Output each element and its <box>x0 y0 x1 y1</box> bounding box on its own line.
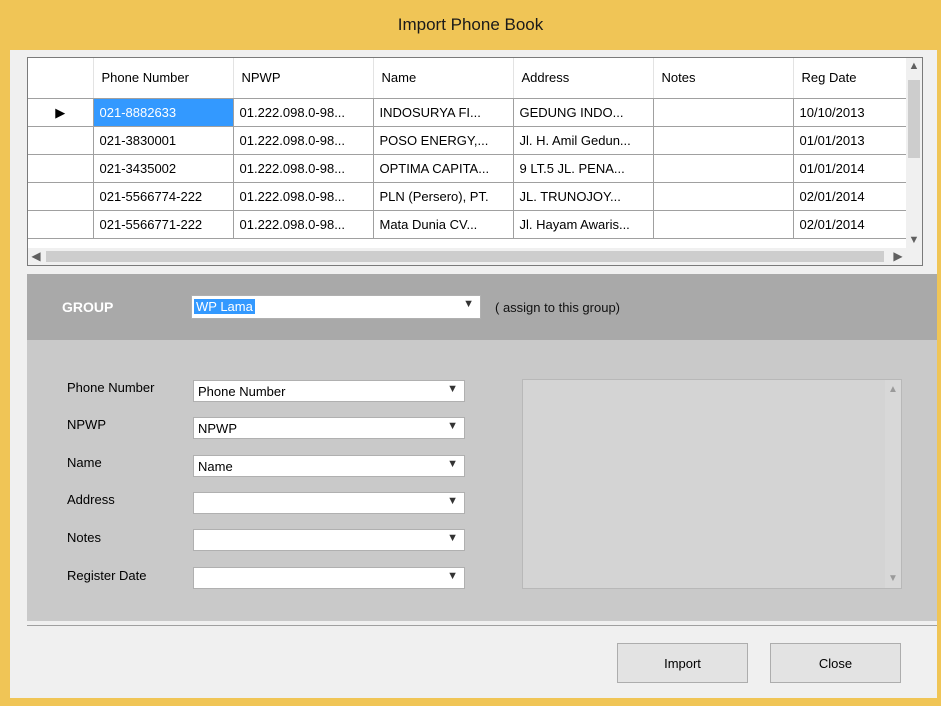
scroll-left-icon[interactable]: ◀ <box>28 248 44 265</box>
phone-book-grid[interactable]: Phone Number NPWP Name Address Notes Reg… <box>27 57 923 266</box>
cell-name[interactable]: Mata Dunia CV... <box>373 210 514 239</box>
cell-notes[interactable] <box>653 154 794 183</box>
column-header-phone[interactable]: Phone Number <box>93 58 234 99</box>
cell-name[interactable]: POSO ENERGY,... <box>373 126 514 155</box>
grid-header-row: Phone Number NPWP Name Address Notes Reg… <box>28 58 906 99</box>
vertical-scroll-thumb[interactable] <box>908 80 920 158</box>
chevron-down-icon[interactable]: ▼ <box>447 495 458 507</box>
scroll-up-icon[interactable]: ▲ <box>906 58 922 74</box>
row-header <box>28 182 94 211</box>
scroll-up-icon[interactable]: ▲ <box>885 384 901 395</box>
cell-npwp[interactable]: 01.222.098.0-98... <box>233 182 374 211</box>
table-row[interactable]: 021-5566771-222 01.222.098.0-98... Mata … <box>28 210 906 239</box>
npwp-select-value: NPWP <box>198 421 237 436</box>
table-row[interactable]: 021-3830001 01.222.098.0-98... POSO ENER… <box>28 126 906 155</box>
column-header-notes[interactable]: Notes <box>653 58 794 99</box>
chevron-down-icon[interactable]: ▼ <box>447 420 458 432</box>
scrollbar-corner <box>906 248 922 265</box>
cell-reg-date[interactable]: 10/10/2013 <box>793 98 906 127</box>
table-row[interactable]: 021-5566774-222 01.222.098.0-98... PLN (… <box>28 182 906 211</box>
name-select-value: Name <box>198 459 233 474</box>
import-button[interactable]: Import <box>617 643 748 683</box>
cell-address[interactable]: Jl. H. Amil Gedun... <box>513 126 654 155</box>
name-select[interactable]: Name ▼ <box>193 455 465 477</box>
row-header-corner <box>28 58 94 99</box>
notes-select[interactable]: ▼ <box>193 529 465 551</box>
address-select[interactable]: ▼ <box>193 492 465 514</box>
chevron-down-icon[interactable]: ▼ <box>447 570 458 582</box>
cell-phone[interactable]: 021-3830001 <box>93 126 234 155</box>
chevron-down-icon[interactable]: ▼ <box>447 383 458 395</box>
row-header <box>28 210 94 239</box>
cell-address[interactable]: Jl. Hayam Awaris... <box>513 210 654 239</box>
field-mapping-panel: Phone Number Phone Number ▼ NPWP NPWP ▼ … <box>27 340 937 621</box>
cell-phone[interactable]: 021-8882633 <box>93 98 234 127</box>
phone-number-select[interactable]: Phone Number ▼ <box>193 380 465 402</box>
cell-phone[interactable]: 021-5566774-222 <box>93 182 234 211</box>
column-header-reg-date[interactable]: Reg Date <box>793 58 906 99</box>
close-button[interactable]: Close <box>770 643 901 683</box>
cell-npwp[interactable]: 01.222.098.0-98... <box>233 98 374 127</box>
preview-textarea[interactable]: ▲ ▼ <box>522 379 902 589</box>
cell-notes[interactable] <box>653 126 794 155</box>
cell-phone[interactable]: 021-3435002 <box>93 154 234 183</box>
scroll-right-icon[interactable]: ▶ <box>890 248 906 265</box>
cell-notes[interactable] <box>653 182 794 211</box>
cell-reg-date[interactable]: 01/01/2014 <box>793 154 906 183</box>
phone-number-label: Phone Number <box>67 380 155 395</box>
cell-address[interactable]: GEDUNG INDO... <box>513 98 654 127</box>
cell-name[interactable]: INDOSURYA FI... <box>373 98 514 127</box>
column-header-address[interactable]: Address <box>513 58 654 99</box>
chevron-down-icon[interactable]: ▼ <box>447 458 458 470</box>
grid-vertical-scrollbar[interactable]: ▲ ▼ <box>906 58 922 248</box>
horizontal-scroll-thumb[interactable] <box>46 251 884 262</box>
group-label: GROUP <box>62 299 114 315</box>
register-date-select[interactable]: ▼ <box>193 567 465 589</box>
group-select-value: WP Lama <box>194 299 255 314</box>
cell-notes[interactable] <box>653 210 794 239</box>
column-header-npwp[interactable]: NPWP <box>233 58 374 99</box>
npwp-label: NPWP <box>67 417 106 432</box>
import-phone-book-window: Import Phone Book Phone Number NPWP Name… <box>0 0 941 706</box>
current-row-marker: ▶ <box>28 98 94 127</box>
window-title: Import Phone Book <box>397 15 544 34</box>
cell-name[interactable]: PLN (Persero), PT. <box>373 182 514 211</box>
grid-viewport: Phone Number NPWP Name Address Notes Reg… <box>28 58 906 248</box>
cell-address[interactable]: 9 LT.5 JL. PENA... <box>513 154 654 183</box>
cell-phone[interactable]: 021-5566771-222 <box>93 210 234 239</box>
column-header-name[interactable]: Name <box>373 58 514 99</box>
table-row[interactable]: 021-3435002 01.222.098.0-98... OPTIMA CA… <box>28 154 906 183</box>
name-label: Name <box>67 455 102 470</box>
cell-npwp[interactable]: 01.222.098.0-98... <box>233 154 374 183</box>
chevron-down-icon[interactable]: ▼ <box>447 532 458 544</box>
address-label: Address <box>67 492 115 507</box>
cell-name[interactable]: OPTIMA CAPITA... <box>373 154 514 183</box>
npwp-select[interactable]: NPWP ▼ <box>193 417 465 439</box>
group-assign-hint: ( assign to this group) <box>495 300 621 315</box>
cell-reg-date[interactable]: 02/01/2014 <box>793 182 906 211</box>
register-date-label: Register Date <box>67 568 147 583</box>
chevron-down-icon[interactable]: ▼ <box>463 298 474 310</box>
grid-table: Phone Number NPWP Name Address Notes Reg… <box>28 58 906 239</box>
row-header <box>28 126 94 155</box>
footer-divider <box>27 625 937 626</box>
cell-npwp[interactable]: 01.222.098.0-98... <box>233 210 374 239</box>
group-section: GROUP WP Lama ▼ ( assign to this group) <box>27 274 937 340</box>
preview-scrollbar[interactable]: ▲ ▼ <box>885 380 901 588</box>
cell-address[interactable]: JL. TRUNOJOY... <box>513 182 654 211</box>
notes-label: Notes <box>67 530 101 545</box>
cell-reg-date[interactable]: 02/01/2014 <box>793 210 906 239</box>
cell-notes[interactable] <box>653 98 794 127</box>
dialog-client-area: Phone Number NPWP Name Address Notes Reg… <box>10 50 937 698</box>
table-row[interactable]: ▶ 021-8882633 01.222.098.0-98... INDOSUR… <box>28 98 906 127</box>
scroll-down-icon[interactable]: ▼ <box>906 232 922 248</box>
grid-horizontal-scrollbar[interactable]: ◀ ▶ <box>28 248 906 265</box>
row-header <box>28 154 94 183</box>
cell-npwp[interactable]: 01.222.098.0-98... <box>233 126 374 155</box>
cell-reg-date[interactable]: 01/01/2013 <box>793 126 906 155</box>
phone-number-select-value: Phone Number <box>198 384 286 399</box>
scroll-down-icon[interactable]: ▼ <box>885 573 901 584</box>
group-select[interactable]: WP Lama ▼ <box>191 295 481 319</box>
